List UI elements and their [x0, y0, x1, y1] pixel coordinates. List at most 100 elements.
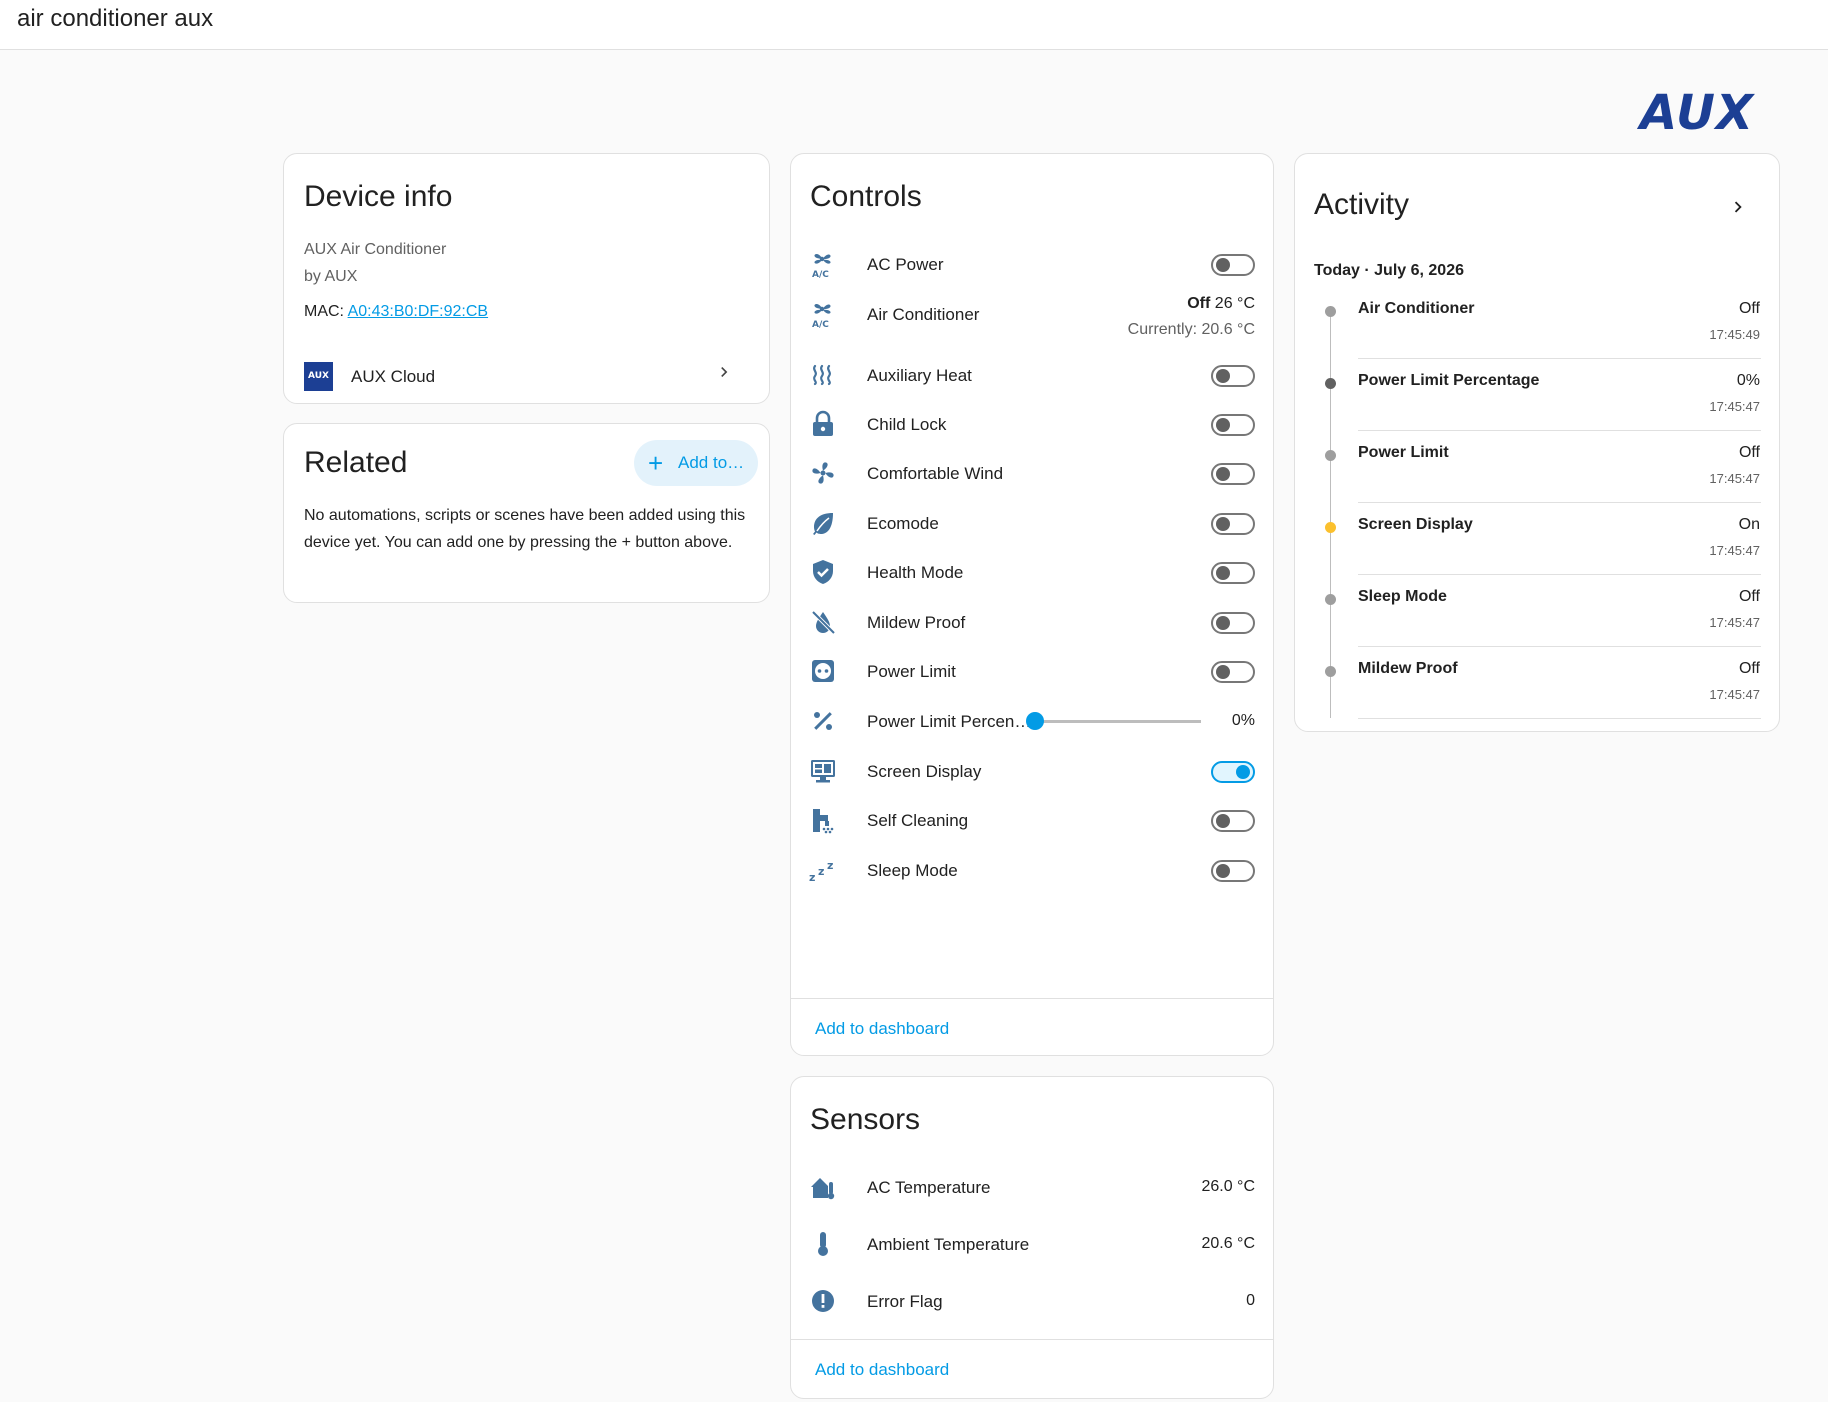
related-title: Related	[304, 446, 408, 479]
activity-item[interactable]: Power Limit Off 17:45:47	[1295, 441, 1779, 513]
page-title: air conditioner aux	[17, 5, 214, 32]
sensors-title: Sensors	[810, 1103, 921, 1136]
activity-state: Off	[1738, 300, 1760, 317]
thermometer-icon	[809, 1230, 837, 1258]
activity-item[interactable]: Mildew Proof Off 17:45:47	[1295, 657, 1779, 729]
device-info-title: Device info	[304, 180, 453, 213]
timeline-dot	[1325, 306, 1336, 317]
air-conditioner-icon: A/C	[809, 250, 837, 278]
power-limit-toggle[interactable]	[1211, 661, 1255, 683]
ac-power-toggle[interactable]	[1211, 254, 1255, 276]
control-label: Power Limit Percen…	[867, 712, 1032, 731]
climate-state: Off 26 °C	[1187, 295, 1255, 313]
activity-state: Off	[1738, 660, 1760, 677]
fan-icon	[809, 459, 837, 487]
activity-time: 17:45:49	[1709, 327, 1760, 342]
device-info-card: Device info AUX Air Conditioner by AUX M…	[283, 153, 770, 404]
sensor-row-error-flag[interactable]: Error Flag 0	[791, 1278, 1273, 1324]
integration-aux-cloud[interactable]: AUX AUX Cloud	[284, 350, 769, 404]
comfortable-wind-toggle[interactable]	[1211, 463, 1255, 485]
timeline-dot	[1325, 450, 1336, 461]
device-mac: MAC: A0:43:B0:DF:92:CB	[304, 303, 488, 321]
toggle-knob	[1236, 765, 1250, 779]
activity-time: 17:45:47	[1709, 543, 1760, 558]
activity-item[interactable]: Air Conditioner Off 17:45:49	[1295, 297, 1779, 369]
power-limit-slider-track[interactable]	[1035, 720, 1201, 723]
divider	[1358, 358, 1761, 359]
sleep-mode-toggle[interactable]	[1211, 860, 1255, 882]
control-row-power-limit-percentage[interactable]: Power Limit Percen… 0%	[791, 698, 1273, 744]
toggle-knob	[1216, 418, 1230, 432]
power-limit-slider-thumb[interactable]	[1026, 712, 1044, 730]
control-row-self-cleaning[interactable]: Self Cleaning	[791, 797, 1273, 843]
mildew-proof-toggle[interactable]	[1211, 612, 1255, 634]
add-to-button[interactable]: + Add to…	[634, 440, 758, 486]
divider	[1358, 430, 1761, 431]
control-row-mildew-proof[interactable]: Mildew Proof	[791, 599, 1273, 645]
monitor-dashboard-icon	[809, 757, 837, 785]
screen-display-toggle[interactable]	[1211, 761, 1255, 783]
activity-time: 17:45:47	[1709, 471, 1760, 486]
device-manufacturer: by AUX	[304, 268, 358, 285]
activity-entity-name: Power Limit	[1358, 444, 1449, 461]
toggle-knob	[1216, 369, 1230, 383]
activity-time: 17:45:47	[1709, 687, 1760, 702]
control-row-child-lock[interactable]: Child Lock	[791, 401, 1273, 447]
controls-title: Controls	[810, 180, 922, 213]
control-label: Child Lock	[867, 415, 947, 434]
water-off-icon	[809, 608, 837, 636]
svg-text:A/C: A/C	[812, 270, 829, 278]
aux-brand-logo: AUX	[1640, 85, 1754, 141]
control-row-comfortable-wind[interactable]: Comfortable Wind	[791, 450, 1273, 496]
related-empty-text: No automations, scripts or scenes have b…	[304, 507, 746, 551]
toggle-knob	[1216, 864, 1230, 878]
control-row-ac-power[interactable]: A/C AC Power	[791, 241, 1273, 287]
control-label: Screen Display	[867, 762, 982, 781]
air-conditioner-icon: A/C	[809, 300, 837, 328]
timeline-dot	[1325, 522, 1336, 533]
child-lock-toggle[interactable]	[1211, 414, 1255, 436]
health-mode-toggle[interactable]	[1211, 562, 1255, 584]
control-label: Air Conditioner	[867, 305, 980, 324]
home-thermometer-icon	[809, 1173, 837, 1201]
control-label: Auxiliary Heat	[867, 366, 972, 385]
activity-state: 0%	[1736, 372, 1760, 389]
control-row-power-limit[interactable]: Power Limit	[791, 648, 1273, 694]
integration-label: AUX Cloud	[351, 367, 436, 386]
toggle-knob	[1216, 566, 1230, 580]
control-row-health-mode[interactable]: Health Mode	[791, 549, 1273, 595]
sensor-row-ambient-temperature[interactable]: Ambient Temperature 20.6 °C	[791, 1221, 1273, 1267]
control-row-air-conditioner[interactable]: A/C Air Conditioner Off 26 °C Currently:…	[791, 291, 1273, 347]
self-cleaning-toggle[interactable]	[1211, 810, 1255, 832]
timeline-dot	[1325, 594, 1336, 605]
controls-add-to-dashboard-button[interactable]: Add to dashboard	[815, 1019, 949, 1039]
sensor-label: AC Temperature	[867, 1178, 991, 1197]
control-row-screen-display[interactable]: Screen Display	[791, 748, 1273, 794]
chevron-right-icon[interactable]	[1727, 196, 1749, 218]
climate-hvac-state: Off	[1187, 295, 1211, 312]
activity-entity-name: Mildew Proof	[1358, 660, 1458, 677]
sensor-row-ac-temperature[interactable]: AC Temperature 26.0 °C	[791, 1164, 1273, 1210]
control-row-sleep-mode[interactable]: zzz Sleep Mode	[791, 847, 1273, 893]
svg-text:z: z	[809, 871, 815, 884]
sensor-value: 26.0 °C	[1201, 1178, 1255, 1195]
mac-link[interactable]: A0:43:B0:DF:92:CB	[348, 303, 489, 320]
control-label: Mildew Proof	[867, 613, 966, 632]
sensors-add-to-dashboard-button[interactable]: Add to dashboard	[815, 1360, 949, 1380]
activity-card: Activity Today · July 6, 2026 Air Condit…	[1294, 153, 1780, 732]
activity-time: 17:45:47	[1709, 399, 1760, 414]
timeline-dot	[1325, 378, 1336, 389]
add-to-label: Add to…	[678, 453, 745, 472]
activity-item[interactable]: Screen Display On 17:45:47	[1295, 513, 1779, 585]
sensors-card: Sensors AC Temperature 26.0 °C Ambient T…	[790, 1076, 1274, 1399]
alert-circle-icon	[809, 1287, 837, 1315]
control-row-auxiliary-heat[interactable]: Auxiliary Heat	[791, 352, 1273, 398]
svg-text:z: z	[818, 865, 824, 878]
activity-item[interactable]: Sleep Mode Off 17:45:47	[1295, 585, 1779, 657]
ecomode-toggle[interactable]	[1211, 513, 1255, 535]
activity-item[interactable]: Power Limit Percentage 0% 17:45:47	[1295, 369, 1779, 441]
control-row-ecomode[interactable]: Ecomode	[791, 500, 1273, 546]
activity-date: Today · July 6, 2026	[1314, 262, 1464, 279]
auxiliary-heat-toggle[interactable]	[1211, 365, 1255, 387]
toggle-knob	[1216, 467, 1230, 481]
